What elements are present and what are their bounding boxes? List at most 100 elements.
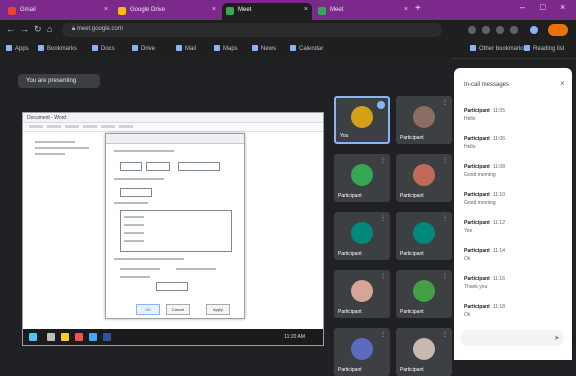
chat-input[interactable] <box>460 330 564 346</box>
pin-icon[interactable] <box>377 101 385 109</box>
bookmark-item[interactable]: Other bookmarks <box>470 45 525 52</box>
maximize-icon[interactable]: □ <box>540 2 545 12</box>
participant-name: Participant <box>400 193 424 199</box>
participant-name: Participant <box>400 309 424 315</box>
participant-tile[interactable]: Participant ⋮ <box>334 270 390 318</box>
dialog-ok-button[interactable]: OK <box>136 304 160 315</box>
message-time: 11:06 <box>492 136 505 142</box>
bookmark-item[interactable]: Drive <box>132 45 155 52</box>
url-text: meet.google.com <box>76 26 123 32</box>
tab-label: Meet <box>330 7 344 13</box>
close-icon[interactable]: × <box>560 79 565 88</box>
message-text: Ok <box>464 312 471 318</box>
account-icon[interactable] <box>530 26 538 34</box>
tab-label: Gmail <box>20 7 36 13</box>
extension-icon[interactable] <box>496 26 504 34</box>
taskbar-app-icon <box>103 333 111 341</box>
more-options-icon[interactable]: ⋮ <box>442 331 448 338</box>
close-icon[interactable]: × <box>404 6 408 13</box>
extension-icon[interactable] <box>482 26 490 34</box>
bookmark-item[interactable]: Docs <box>92 45 115 52</box>
send-icon[interactable]: ➤ <box>554 334 560 342</box>
minimize-icon[interactable]: – <box>520 2 525 12</box>
more-options-icon[interactable]: ⋮ <box>442 157 448 164</box>
avatar <box>351 164 373 187</box>
more-options-icon[interactable]: ⋮ <box>380 273 386 280</box>
message-time: 11:14 <box>492 248 505 254</box>
participant-tile[interactable]: Participant ⋮ <box>334 328 390 376</box>
message-sender: Participant 11:12 <box>464 220 505 226</box>
shared-document-page <box>29 135 99 325</box>
reload-icon[interactable]: ↻ <box>34 24 42 35</box>
bookmark-item[interactable]: News <box>252 45 276 52</box>
message-sender: Participant 11:05 <box>464 108 505 114</box>
more-options-icon[interactable]: ⋮ <box>380 215 386 222</box>
back-icon[interactable]: ← <box>6 24 15 34</box>
avatar <box>413 338 435 361</box>
browser-tab[interactable]: Google Drive × <box>114 3 220 20</box>
browser-tab[interactable]: Meet × <box>314 3 412 20</box>
message-time: 11:08 <box>492 164 505 170</box>
dialog-apply-button[interactable]: Apply <box>206 304 230 315</box>
participant-tile[interactable]: You <box>334 96 390 144</box>
taskbar-app-icon <box>75 333 83 341</box>
participant-tile[interactable]: Participant ⋮ <box>396 154 452 202</box>
participant-tile[interactable]: Participant ⋮ <box>396 328 452 376</box>
new-tab-icon[interactable]: + <box>415 3 421 14</box>
participant-name: Participant <box>400 135 424 141</box>
chat-panel-title: In-call messages <box>464 82 510 88</box>
close-window-icon[interactable]: × <box>560 2 565 12</box>
bookmark-item[interactable]: Maps <box>214 45 238 52</box>
dialog-cancel-button[interactable]: Cancel <box>166 304 190 315</box>
chat-panel: In-call messages × Participant 11:05 Hello… <box>454 68 572 360</box>
message-text: Yes <box>464 228 473 234</box>
presenting-banner[interactable]: You are presenting <box>18 74 100 88</box>
taskbar-clock: 11:20 AM <box>284 334 305 340</box>
browser-tab-active[interactable]: Meet × <box>222 3 312 20</box>
forward-icon[interactable]: → <box>20 24 29 34</box>
more-options-icon[interactable]: ⋮ <box>442 273 448 280</box>
participant-name: Participant <box>338 193 362 199</box>
message-sender: Participant 11:16 <box>464 276 505 282</box>
close-icon[interactable]: × <box>212 6 216 13</box>
close-icon[interactable]: × <box>304 6 308 13</box>
participant-tile[interactable]: Participant ⋮ <box>396 270 452 318</box>
participant-tile[interactable]: Participant ⋮ <box>334 212 390 260</box>
chat-message: Participant 11:06 Hello <box>464 136 564 150</box>
message-text: Hello <box>464 116 476 122</box>
message-sender: Participant 11:18 <box>464 304 505 310</box>
participant-name: Participant <box>400 367 424 373</box>
shared-screen: Document - Word OK Cancel Apply 11:20 AM <box>22 112 324 346</box>
extensions-puzzle-icon[interactable] <box>510 26 518 34</box>
participant-tile[interactable]: Participant ⋮ <box>334 154 390 202</box>
bookmark-item[interactable]: Reading list <box>524 45 564 52</box>
more-options-icon[interactable]: ⋮ <box>380 157 386 164</box>
message-sender: Participant 11:06 <box>464 136 505 142</box>
bookmark-item[interactable]: Apps <box>6 45 29 52</box>
more-options-icon[interactable]: ⋮ <box>442 215 448 222</box>
bookmark-item[interactable]: Calendar <box>290 45 323 52</box>
extension-icon[interactable] <box>468 26 476 34</box>
message-sender: Participant 11:14 <box>464 248 505 254</box>
bookmark-item[interactable]: Bookmarks <box>38 45 77 52</box>
participant-tile[interactable]: Participant ⋮ <box>396 212 452 260</box>
avatar <box>351 280 373 303</box>
start-icon <box>29 333 37 341</box>
bookmark-item[interactable]: Mail <box>176 45 196 52</box>
browser-tab[interactable]: Gmail × <box>4 3 112 20</box>
presenting-label: You are presenting <box>26 78 77 84</box>
chat-message: Participant 11:14 Ok <box>464 248 564 262</box>
address-bar[interactable]: 🔒︎ meet.google.com <box>62 23 442 37</box>
more-options-icon[interactable]: ⋮ <box>380 331 386 338</box>
more-options-icon[interactable]: ⋮ <box>442 99 448 106</box>
message-sender: Participant 11:08 <box>464 164 505 170</box>
message-time: 11:16 <box>492 276 505 282</box>
chat-message: Participant 11:12 Yes <box>464 220 564 234</box>
tab-favicon <box>8 7 16 15</box>
participant-tile[interactable]: Participant ⋮ <box>396 96 452 144</box>
close-icon[interactable]: × <box>104 6 108 13</box>
avatar <box>413 106 435 129</box>
profile-button[interactable] <box>548 24 568 36</box>
home-icon[interactable]: ⌂ <box>47 24 52 34</box>
message-time: 11:10 <box>492 192 505 198</box>
